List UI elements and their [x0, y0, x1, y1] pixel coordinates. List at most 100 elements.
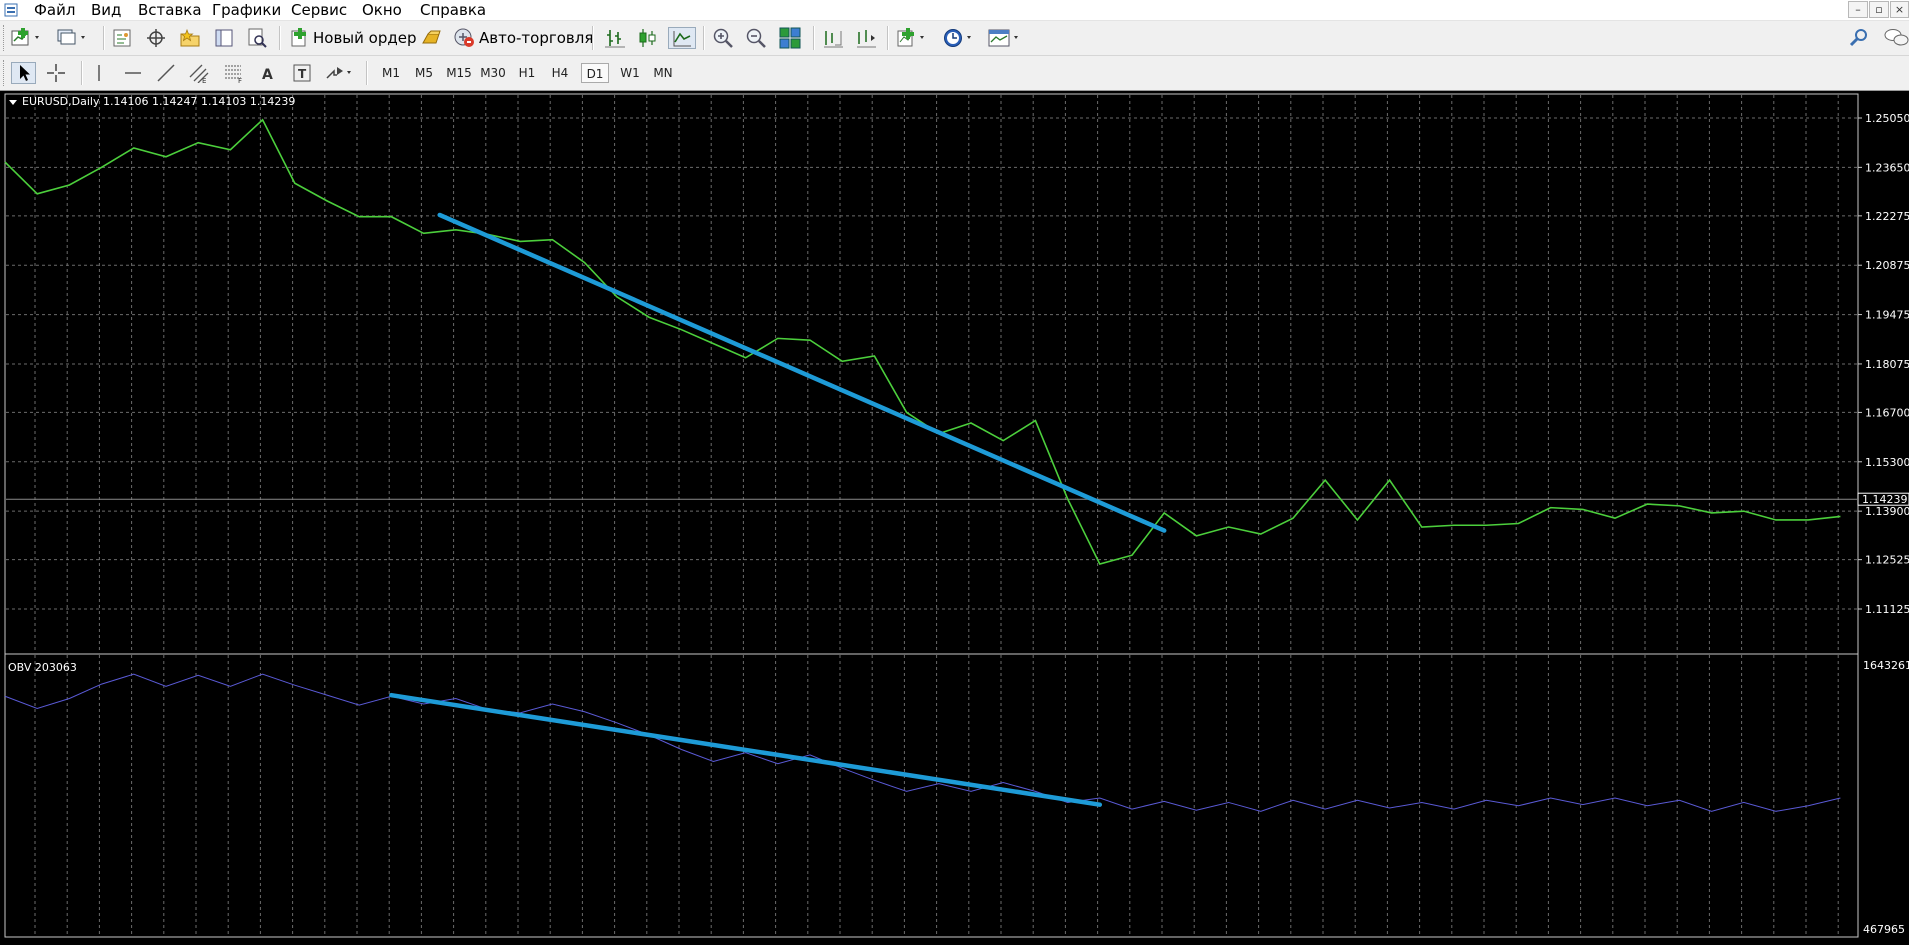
star-folder-icon	[180, 28, 200, 47]
price-tick-label: 1.18075	[1865, 358, 1909, 371]
toolbar-separator	[279, 26, 281, 50]
timeframe-m5[interactable]: M5	[411, 63, 437, 83]
toolbar-separator	[813, 26, 815, 50]
timeframe-h1[interactable]: H1	[514, 63, 540, 83]
navigator-button[interactable]	[179, 27, 201, 49]
fibonacci-button[interactable]: F	[223, 62, 245, 84]
zoom-out-button[interactable]	[745, 27, 767, 49]
horizontal-line-button[interactable]	[123, 62, 143, 84]
toolbar-grip[interactable]	[3, 60, 7, 86]
market-watch-icon	[113, 29, 131, 47]
strategy-tester-button[interactable]	[247, 27, 267, 49]
candlestick-button[interactable]	[637, 27, 659, 49]
trendline-button[interactable]	[156, 62, 176, 84]
timeframe-m30[interactable]: M30	[478, 63, 508, 83]
horizontal-line-icon	[125, 72, 141, 74]
auto-scroll-button[interactable]	[855, 27, 877, 49]
text-label-button[interactable]: T	[292, 62, 312, 84]
chart-canvas[interactable]: 1.25050 1.23650 1.22275 1.20875 1.19475 1.180…	[0, 91, 1909, 941]
text-label-icon: T	[293, 64, 311, 82]
toolbar-grip[interactable]	[3, 25, 7, 51]
menu-insert[interactable]: Вставка	[138, 2, 202, 18]
meta-editor-button[interactable]	[420, 27, 442, 49]
menu-view[interactable]: Вид	[91, 2, 121, 18]
data-window-button[interactable]	[146, 27, 166, 49]
cursor-button[interactable]	[11, 62, 36, 84]
menu-file[interactable]: Файл	[34, 2, 75, 18]
toolbar-separator	[703, 26, 705, 50]
crosshair-button[interactable]	[46, 62, 66, 84]
timeframe-mn[interactable]: MN	[649, 63, 677, 83]
price-tick-label: 1.11125	[1865, 603, 1909, 616]
price-tick-label: 1.16700	[1865, 406, 1909, 419]
profiles-button[interactable]	[57, 27, 89, 49]
price-header: EURUSD,Daily 1.14106 1.14247 1.14103 1.1…	[22, 95, 295, 108]
svg-text:E: E	[202, 77, 206, 83]
restore-button[interactable]: ▫	[1869, 1, 1889, 18]
bar-chart-icon	[605, 30, 625, 48]
timeframe-m1[interactable]: M1	[378, 63, 404, 83]
search-button[interactable]	[1848, 27, 1870, 49]
new-order-button[interactable]: Новый ордер	[289, 27, 416, 49]
toolbar-separator	[81, 61, 83, 85]
chart-shift-button[interactable]	[822, 27, 844, 49]
tile-windows-button[interactable]	[779, 27, 801, 49]
price-pane-border	[4, 93, 1859, 655]
tile-windows-icon	[779, 27, 801, 49]
crosshair-icon	[47, 64, 65, 82]
obv-scale-top: 1643261	[1863, 659, 1909, 672]
text-button[interactable]: A	[259, 62, 277, 84]
menu-charts[interactable]: Графики	[212, 2, 281, 18]
timeframe-w1[interactable]: W1	[617, 63, 643, 83]
minimize-button[interactable]: –	[1848, 1, 1868, 18]
clock-icon	[944, 29, 971, 47]
timeframe-m15[interactable]: M15	[444, 63, 474, 83]
equidistant-channel-button[interactable]: E	[188, 62, 210, 84]
zoom-in-button[interactable]	[712, 27, 734, 49]
menu-tools[interactable]: Сервис	[291, 2, 347, 18]
chart-window[interactable]: 1.25050 1.23650 1.22275 1.20875 1.19475 1.180…	[0, 91, 1909, 941]
price-tick-label: 1.22275	[1865, 210, 1909, 223]
indicators-icon	[897, 28, 924, 47]
arrows-button[interactable]	[325, 62, 357, 84]
profiles-icon	[57, 29, 85, 45]
indicators-button[interactable]	[896, 27, 930, 49]
new-chart-button[interactable]	[11, 27, 43, 49]
channel-icon: E	[189, 64, 209, 83]
terminal-button[interactable]	[214, 27, 234, 49]
price-tick-label: 1.23650	[1865, 161, 1909, 174]
price-tick-label: 1.15300	[1865, 456, 1909, 469]
vertical-line-icon	[98, 65, 100, 81]
new-chart-icon	[11, 28, 39, 46]
price-tick-label: 1.20875	[1865, 259, 1909, 272]
menu-help[interactable]: Справка	[420, 2, 486, 18]
close-button[interactable]: ×	[1890, 1, 1909, 18]
obv-header: OBV 203063	[8, 661, 77, 674]
crosshair-target-icon	[147, 29, 165, 47]
chat-button[interactable]	[1884, 27, 1909, 49]
toolbar-separator	[103, 26, 105, 50]
text-a-icon: A	[262, 67, 273, 83]
arrows-icon	[326, 67, 351, 79]
templates-button[interactable]	[988, 27, 1022, 49]
price-tick-label: 1.13900	[1865, 505, 1909, 518]
templates-icon	[988, 29, 1018, 47]
market-watch-button[interactable]	[112, 27, 132, 49]
trendline-icon	[157, 64, 175, 82]
timeframe-d1[interactable]: D1	[581, 63, 609, 83]
obv-scale-bottom: 467965	[1863, 923, 1905, 936]
new-order-icon	[291, 28, 306, 47]
menu-bar: Файл Вид Вставка Графики Сервис Окно Спр…	[0, 0, 1909, 21]
standard-toolbar: Новый ордер Авто-торговля	[0, 21, 1909, 56]
indicator-pane-border	[4, 653, 1859, 938]
bar-chart-button[interactable]	[604, 27, 626, 49]
timeframe-h4[interactable]: H4	[547, 63, 573, 83]
menu-window[interactable]: Окно	[362, 2, 402, 18]
price-axis: 1.25050 1.23650 1.22275 1.20875 1.19475 1.180…	[1857, 112, 1909, 616]
periods-button[interactable]	[943, 27, 977, 49]
line-chart-button[interactable]	[668, 27, 696, 49]
auto-trading-button[interactable]: Авто-торговля	[453, 27, 593, 49]
new-order-label: Новый ордер	[313, 29, 417, 47]
toolbar-separator	[366, 61, 368, 85]
vertical-line-button[interactable]	[90, 62, 108, 84]
